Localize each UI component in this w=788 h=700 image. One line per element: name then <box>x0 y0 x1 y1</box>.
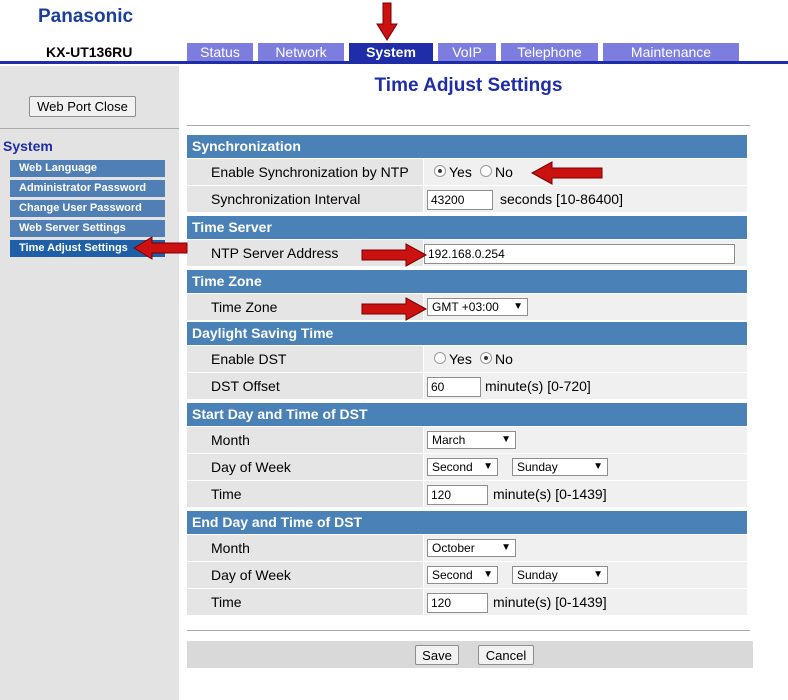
row-enable-ntp: Enable Synchronization by NTP Yes No <box>187 159 747 186</box>
start-time-unit: minute(s) [0-1439] <box>493 486 607 502</box>
tab-voip[interactable]: VoIP <box>438 43 496 61</box>
arrow-left-icon <box>133 236 188 260</box>
section-dst-start: Start Day and Time of DST <box>187 403 747 426</box>
start-time-label: Time <box>187 481 423 508</box>
footer-divider <box>187 630 750 631</box>
brand-logo: Panasonic <box>38 6 134 27</box>
ntp-yes-radio[interactable] <box>434 165 446 177</box>
footer-bar: Save Cancel <box>187 641 753 668</box>
section-dst-end: End Day and Time of DST <box>187 511 747 534</box>
row-time-zone: Time Zone GMT +03:00 ▼ <box>187 294 747 321</box>
row-dst-offset: DST Offset minute(s) [0-720] <box>187 373 747 400</box>
tab-system[interactable]: System <box>349 43 433 61</box>
model-name: KX-UT136RU <box>46 44 133 60</box>
section-time-zone: Time Zone <box>187 270 747 293</box>
end-time-label: Time <box>187 589 423 616</box>
row-end-day-of-week: Day of Week Second ▼ Sunday ▼ <box>187 562 747 589</box>
end-day-caret-icon: ▼ <box>593 569 603 580</box>
ntp-no-radio[interactable] <box>480 165 492 177</box>
end-month-select[interactable]: October ▼ <box>427 539 516 557</box>
end-month-caret-icon: ▼ <box>501 542 511 553</box>
start-dow-label: Day of Week <box>187 454 423 481</box>
start-month-caret-icon: ▼ <box>501 434 511 445</box>
ntp-no-label: No <box>495 164 513 180</box>
row-start-day-of-week: Day of Week Second ▼ Sunday ▼ <box>187 454 747 481</box>
end-week-select[interactable]: Second ▼ <box>427 566 498 584</box>
main-tabs: Status Network System VoIP Telephone Mai… <box>187 43 744 61</box>
section-time-server: Time Server <box>187 216 747 239</box>
end-week-value: Second <box>432 568 473 582</box>
row-start-time: Time minute(s) [0-1439] <box>187 481 747 508</box>
sidebar-item-change-user-password[interactable]: Change User Password <box>10 200 165 217</box>
sync-interval-label: Synchronization Interval <box>187 186 423 213</box>
row-sync-interval: Synchronization Interval seconds [10-864… <box>187 186 747 213</box>
end-time-input[interactable] <box>427 593 488 613</box>
sidebar-section-title: System <box>3 138 53 154</box>
cancel-button[interactable]: Cancel <box>478 645 534 665</box>
enable-ntp-label: Enable Synchronization by NTP <box>187 159 423 186</box>
sidebar-divider <box>0 128 179 129</box>
sidebar-item-web-language[interactable]: Web Language <box>10 160 165 177</box>
sync-interval-input[interactable] <box>427 190 493 210</box>
end-month-label: Month <box>187 535 423 562</box>
start-day-value: Sunday <box>517 460 558 474</box>
row-end-time: Time minute(s) [0-1439] <box>187 589 747 616</box>
start-day-select[interactable]: Sunday ▼ <box>512 458 608 476</box>
tab-maintenance[interactable]: Maintenance <box>603 43 739 61</box>
row-ntp-server: NTP Server Address <box>187 240 747 267</box>
tab-telephone[interactable]: Telephone <box>501 43 598 61</box>
web-port-close-button[interactable]: Web Port Close <box>29 96 136 117</box>
enable-dst-label: Enable DST <box>187 346 423 373</box>
ntp-yes-label: Yes <box>449 164 472 180</box>
start-week-select[interactable]: Second ▼ <box>427 458 498 476</box>
section-synchronization: Synchronization <box>187 135 747 158</box>
dst-yes-label: Yes <box>449 351 472 367</box>
section-daylight-saving: Daylight Saving Time <box>187 322 747 345</box>
start-week-value: Second <box>432 460 473 474</box>
end-week-caret-icon: ▼ <box>483 569 493 580</box>
time-zone-select[interactable]: GMT +03:00 ▼ <box>427 298 528 316</box>
arrow-right-icon <box>361 297 428 321</box>
end-day-select[interactable]: Sunday ▼ <box>512 566 608 584</box>
time-zone-value: GMT +03:00 <box>432 300 499 314</box>
end-month-value: October <box>432 541 475 555</box>
tab-status[interactable]: Status <box>187 43 253 61</box>
tab-network[interactable]: Network <box>258 43 344 61</box>
header-divider <box>0 61 788 64</box>
row-end-month: Month October ▼ <box>187 535 747 562</box>
arrow-down-icon <box>376 2 398 41</box>
arrow-right-icon <box>361 243 428 267</box>
sync-interval-unit: seconds [10-86400] <box>500 191 623 207</box>
dst-yes-radio[interactable] <box>434 352 446 364</box>
end-day-value: Sunday <box>517 568 558 582</box>
arrow-left-icon <box>530 161 603 185</box>
time-zone-caret-icon: ▼ <box>513 301 523 312</box>
start-week-caret-icon: ▼ <box>483 461 493 472</box>
title-divider <box>187 125 750 126</box>
end-dow-label: Day of Week <box>187 562 423 589</box>
sidebar-item-administrator-password[interactable]: Administrator Password <box>10 180 165 197</box>
dst-offset-label: DST Offset <box>187 373 423 400</box>
dst-offset-input[interactable] <box>427 377 481 397</box>
page-title: Time Adjust Settings <box>374 75 563 96</box>
ntp-server-input[interactable] <box>424 244 735 264</box>
dst-no-radio[interactable] <box>480 352 492 364</box>
start-month-select[interactable]: March ▼ <box>427 431 516 449</box>
start-month-value: March <box>432 433 466 447</box>
start-day-caret-icon: ▼ <box>593 461 603 472</box>
end-time-unit: minute(s) [0-1439] <box>493 594 607 610</box>
start-month-label: Month <box>187 427 423 454</box>
dst-offset-unit: minute(s) [0-720] <box>485 378 591 394</box>
start-time-input[interactable] <box>427 485 488 505</box>
row-enable-dst: Enable DST Yes No <box>187 346 747 373</box>
save-button[interactable]: Save <box>415 645 459 665</box>
row-start-month: Month March ▼ <box>187 427 747 454</box>
dst-no-label: No <box>495 351 513 367</box>
